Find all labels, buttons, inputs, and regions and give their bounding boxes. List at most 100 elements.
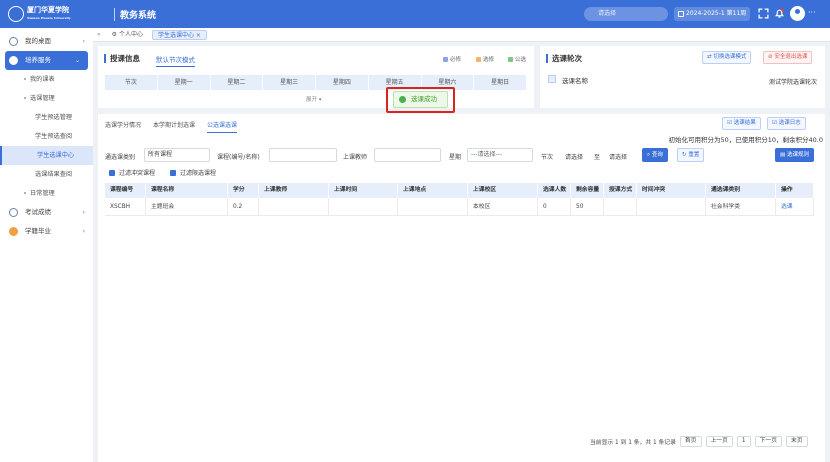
tab-course-center[interactable]: 学生选课中心 × xyxy=(151,29,207,40)
header-cell: 时间冲突 xyxy=(637,183,706,198)
sidebar-item-timetable[interactable]: 我的课表 xyxy=(0,70,93,89)
week-header: 节次 星期一 星期二 星期三 星期四 星期五 星期六 星期日 xyxy=(105,75,527,90)
week-col: 节次 xyxy=(105,75,158,90)
tab-planned-courses[interactable]: 本学期计划选课 xyxy=(153,120,195,133)
first-page-button[interactable]: 首页 xyxy=(679,436,702,447)
table-cell: 主题班会 xyxy=(146,198,228,215)
page-number-button[interactable]: 1 xyxy=(736,436,751,447)
course-panel: 选课学分情况 本学期计划选课 公选课选课 ☑ 选课结果 ☑ 选课日志 初始化可用… xyxy=(98,114,825,462)
last-page-button[interactable]: 末页 xyxy=(786,436,808,447)
header-cell: 课程名称 xyxy=(146,183,228,198)
exam-icon xyxy=(9,208,18,217)
sidebar-item-exams[interactable]: 考试成绩 › xyxy=(0,203,93,222)
legend-swatch xyxy=(508,56,513,62)
close-icon[interactable]: × xyxy=(196,32,201,39)
user-avatar[interactable] xyxy=(790,6,805,21)
course-input[interactable] xyxy=(269,148,337,162)
tab-label: 学生选课中心 xyxy=(157,31,194,39)
tab-public-elective[interactable]: 公选课选课 xyxy=(207,120,238,133)
legend-swatch xyxy=(443,56,448,62)
header-cell: 课程编号 xyxy=(105,183,146,198)
reset-button[interactable]: ↻ 重置 xyxy=(677,148,705,162)
sidebar-item-result-query[interactable]: 选课结果查阅 xyxy=(0,165,93,184)
round-name-label: 选课名称 xyxy=(562,77,588,85)
header-cell: 上课教师 xyxy=(259,183,329,198)
top-bar: 厦门华夏学院 Xiamen Huaxia University 教务系统 请选择 … xyxy=(0,0,830,28)
table-cell xyxy=(329,198,398,215)
sidebar-item-daily[interactable]: 日常管理 xyxy=(0,184,93,203)
table-cell xyxy=(637,198,706,215)
chevron-down-icon: ⌄ xyxy=(74,57,80,64)
week-select[interactable]: ---请选择--- xyxy=(467,148,533,162)
desktop-icon xyxy=(9,37,18,46)
header-cell: 通选课类别 xyxy=(706,183,776,198)
sidebar-item-prelim-mgmt[interactable]: 学生预选管理 xyxy=(0,108,93,127)
select-course-link[interactable]: 选课 xyxy=(776,198,814,215)
sidebar-item-prelim-query[interactable]: 学生预选查阅 xyxy=(0,127,93,146)
week-col: 星期二 xyxy=(211,75,264,90)
prev-page-button[interactable]: 上一页 xyxy=(705,436,733,447)
university-logo[interactable]: 厦门华夏学院 Xiamen Huaxia University xyxy=(0,6,120,22)
training-icon xyxy=(9,56,18,65)
rules-button[interactable]: ▤ 选课规则 xyxy=(775,148,814,162)
sidebar-item-label: 考试成绩 xyxy=(25,208,51,216)
sidebar-item-course-mgmt[interactable]: 选课管理 xyxy=(0,89,93,108)
sidebar-item-graduation[interactable]: 学籍毕业 › xyxy=(0,222,93,241)
week-label: 星期 xyxy=(449,154,462,161)
round-title: 选课轮次 xyxy=(546,54,582,63)
section-to-select[interactable]: 请选择 xyxy=(609,152,627,161)
sidebar-item-desktop[interactable]: 我的桌面 › xyxy=(0,32,93,51)
term-selector[interactable]: 2024-2025-1 第11周 xyxy=(674,7,750,21)
header-cell: 上课校区 xyxy=(468,183,538,198)
exit-selection-button[interactable]: ⊘ 安全退出选课 xyxy=(763,51,813,64)
pagination: 当前显示 1 到 1 条，共 1 条记录 首页 上一页 1 下一页 末页 xyxy=(590,436,808,447)
week-col: 星期四 xyxy=(316,75,369,90)
system-name: 教务系统 xyxy=(114,7,156,21)
category-select[interactable]: 所有课程 xyxy=(144,148,210,162)
tab-home[interactable]: ⚙ 个人中心 xyxy=(107,30,148,40)
section-from-select[interactable]: 请选择 xyxy=(565,152,583,161)
round-name-icon xyxy=(548,75,556,83)
fullscreen-icon[interactable] xyxy=(758,8,769,19)
filter-restricted-checkbox[interactable]: 过滤限选课程 xyxy=(170,168,216,177)
filter-conflict-checkbox[interactable]: 过滤冲突课程 xyxy=(109,168,155,177)
bell-icon[interactable] xyxy=(774,8,785,19)
sidebar-item-training[interactable]: 培养服务 ⌄ xyxy=(5,51,88,70)
user-menu-more[interactable]: ··· xyxy=(808,8,816,17)
range-to-label: 至 xyxy=(594,154,601,161)
term-label: 2024-2025-1 第11周 xyxy=(686,10,747,17)
button-label: 查询 xyxy=(651,152,663,158)
query-button[interactable]: ⌕ 查询 xyxy=(642,148,668,162)
collapse-icon[interactable]: « xyxy=(97,31,101,38)
next-page-button[interactable]: 下一页 xyxy=(754,436,783,447)
legend-label: 公选 xyxy=(515,57,527,63)
sidebar-item-label: 我的桌面 xyxy=(25,37,51,45)
chevron-right-icon: › xyxy=(82,228,85,235)
table-header: 课程编号 课程名称 学分 上课教师 上课时间 上课地点 上课校区 选课人数 剩余… xyxy=(105,183,814,198)
university-seal-icon xyxy=(8,6,24,22)
table-cell xyxy=(398,198,468,215)
search-input[interactable]: 请选择 xyxy=(584,7,668,21)
legend-public: 公选 xyxy=(508,55,526,63)
table-cell: 0.2 xyxy=(228,198,259,215)
legend-label: 必修 xyxy=(450,57,462,63)
table-cell xyxy=(259,198,329,215)
checkbox-label: 过滤冲突课程 xyxy=(119,170,156,177)
sidebar-item-course-center[interactable]: 学生选课中心 xyxy=(0,146,93,165)
round-name-value: 测试学院选课轮次 xyxy=(768,79,817,86)
tab-credit-status[interactable]: 选课学分情况 xyxy=(105,120,141,133)
table-cell: 本校区 xyxy=(468,198,538,215)
sidebar-item-label: 学籍毕业 xyxy=(25,227,51,235)
button-label: 选课规则 xyxy=(786,152,809,158)
log-button[interactable]: ☑ 选课日志 xyxy=(767,117,806,130)
chevron-right-icon: › xyxy=(82,38,85,45)
switch-mode-button[interactable]: ⇄ 切换选课模式 xyxy=(702,51,752,64)
legend-required: 必修 xyxy=(443,55,461,63)
button-label: 切换选课模式 xyxy=(713,54,747,60)
teacher-input[interactable] xyxy=(374,148,441,162)
header-cell: 上课时间 xyxy=(329,183,398,198)
expand-toggle[interactable]: 展开 ▾ xyxy=(306,95,322,103)
mode-tab[interactable]: 默认节次模式 xyxy=(156,54,195,67)
legend-swatch xyxy=(476,56,481,62)
result-button[interactable]: ☑ 选课结果 xyxy=(722,117,761,130)
